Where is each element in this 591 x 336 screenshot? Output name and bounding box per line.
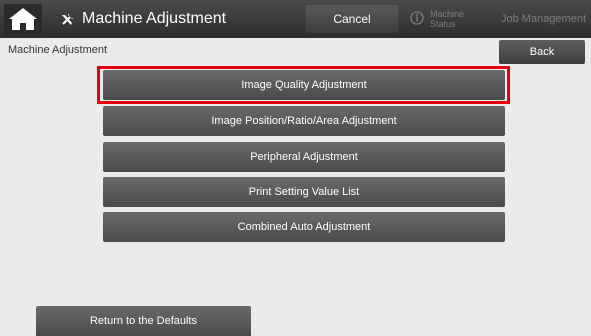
cancel-button[interactable]: Cancel <box>306 5 398 33</box>
menu-label: Peripheral Adjustment <box>250 151 358 163</box>
machine-status-button[interactable]: Machine Status <box>404 5 492 33</box>
info-icon <box>410 10 424 28</box>
machine-status-label: Machine Status <box>430 9 465 29</box>
title-text: Machine Adjustment <box>82 10 227 27</box>
menu-label: Image Quality Adjustment <box>241 79 367 91</box>
back-button[interactable]: Back <box>499 40 585 64</box>
job-management-button[interactable]: Job Management <box>496 5 591 33</box>
return-to-defaults-label: Return to the Defaults <box>89 315 197 327</box>
image-quality-adjustment-button[interactable]: Image Quality Adjustment <box>103 70 505 100</box>
breadcrumb: Machine Adjustment <box>8 44 108 56</box>
window-title: Machine Adjustment <box>60 0 226 38</box>
print-setting-value-list-button[interactable]: Print Setting Value List <box>103 177 505 207</box>
menu-label: Image Position/Ratio/Area Adjustment <box>211 115 397 127</box>
job-management-label: Job Management <box>501 13 586 25</box>
menu-label: Print Setting Value List <box>248 186 360 198</box>
back-label: Back <box>529 46 555 58</box>
image-position-ratio-area-adjustment-button[interactable]: Image Position/Ratio/Area Adjustment <box>103 106 505 136</box>
combined-auto-adjustment-button[interactable]: Combined Auto Adjustment <box>103 212 505 242</box>
top-bar: Machine Adjustment Cancel Machine Status… <box>0 0 591 38</box>
menu-label: Combined Auto Adjustment <box>237 221 371 233</box>
return-to-defaults-button[interactable]: Return to the Defaults <box>36 306 251 336</box>
cancel-label: Cancel <box>333 12 371 26</box>
home-icon <box>9 8 37 30</box>
home-button[interactable] <box>4 4 42 34</box>
tools-icon <box>60 11 76 27</box>
peripheral-adjustment-button[interactable]: Peripheral Adjustment <box>103 142 505 172</box>
